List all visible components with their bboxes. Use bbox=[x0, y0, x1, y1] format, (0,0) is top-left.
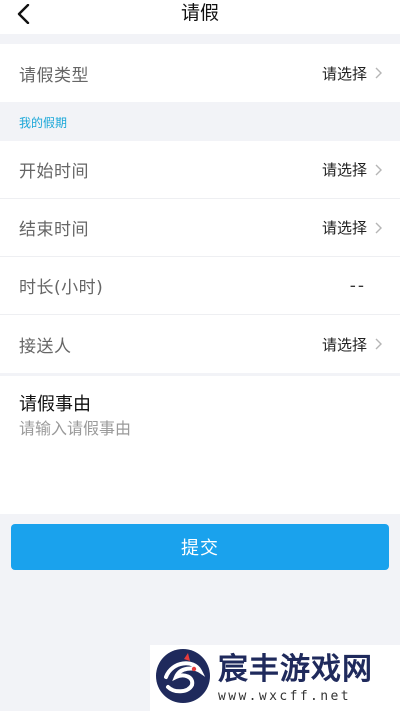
leave-type-label: 请假类型 bbox=[19, 65, 89, 86]
watermark-url: www.wxcff.net bbox=[218, 688, 351, 704]
section-label-my-leave: 我的假期 bbox=[19, 116, 68, 130]
leave-type-group: 请假类型 请选择 bbox=[0, 44, 400, 102]
chevron-right-icon bbox=[375, 67, 382, 79]
page-title: 请假 bbox=[180, 2, 219, 24]
start-time-row[interactable]: 开始时间 请选择 bbox=[0, 141, 400, 199]
escort-value: 请选择 bbox=[321, 335, 367, 354]
reason-section: 请假事由 bbox=[0, 376, 400, 514]
top-bar: 请假 bbox=[0, 0, 400, 34]
watermark-text: 宸丰游戏网 www.wxcff.net bbox=[218, 651, 373, 704]
chevron-right-icon bbox=[375, 164, 382, 176]
end-time-row[interactable]: 结束时间 请选择 bbox=[0, 199, 400, 257]
end-time-label: 结束时间 bbox=[19, 220, 89, 240]
escort-row[interactable]: 接送人 请选择 bbox=[0, 315, 400, 373]
start-time-value: 请选择 bbox=[321, 161, 367, 179]
reason-title: 请假事由 bbox=[19, 394, 91, 415]
duration-value: -- bbox=[349, 275, 366, 296]
watermark-name: 宸丰游戏网 bbox=[218, 651, 373, 687]
chevron-right-icon bbox=[375, 222, 382, 234]
submit-button[interactable]: 提交 bbox=[11, 524, 389, 570]
end-time-value: 请选择 bbox=[321, 219, 367, 237]
duration-label: 时长(小时) bbox=[19, 278, 104, 298]
dragon-logo-icon bbox=[154, 647, 212, 709]
watermark: 宸丰游戏网 www.wxcff.net bbox=[150, 645, 400, 711]
reason-input[interactable] bbox=[19, 419, 381, 438]
chevron-right-icon bbox=[375, 338, 382, 350]
duration-row: 时长(小时) -- bbox=[0, 257, 400, 315]
leave-type-row[interactable]: 请假类型 请选择 bbox=[0, 44, 400, 102]
start-time-label: 开始时间 bbox=[19, 162, 89, 182]
leave-detail-group: 开始时间 请选择 结束时间 请选择 时长(小时) -- 接送人 请选择 bbox=[0, 141, 400, 373]
leave-type-value: 请选择 bbox=[321, 64, 367, 83]
escort-label: 接送人 bbox=[19, 336, 72, 357]
